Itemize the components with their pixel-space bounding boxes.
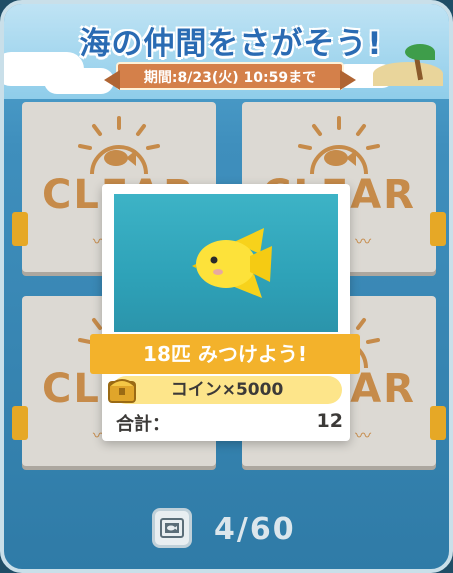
yellow-tang-fish-icon — [192, 228, 272, 298]
sun-fish-icon — [298, 116, 380, 175]
reward-bar: コイン×5000 — [112, 376, 342, 404]
goal-banner: 18匹 みつけよう! — [90, 334, 360, 374]
treasure-chest-icon — [108, 379, 136, 403]
fish-photo — [114, 194, 338, 332]
photo-album-icon[interactable] — [152, 508, 192, 548]
cloud-decoration — [44, 68, 114, 94]
total-label: 合計： — [116, 414, 170, 435]
island-decoration — [373, 62, 443, 86]
total-value: 12 — [316, 410, 343, 432]
event-period-banner: 期間:8/23(火) 10:59まで — [116, 62, 344, 90]
event-title: 海の仲間をさがそう! — [79, 26, 383, 62]
photo-icon — [160, 518, 184, 538]
fish-collected-counter: 4/60 — [214, 512, 296, 547]
palm-leaf-icon — [405, 44, 435, 60]
sun-fish-icon — [78, 116, 160, 175]
